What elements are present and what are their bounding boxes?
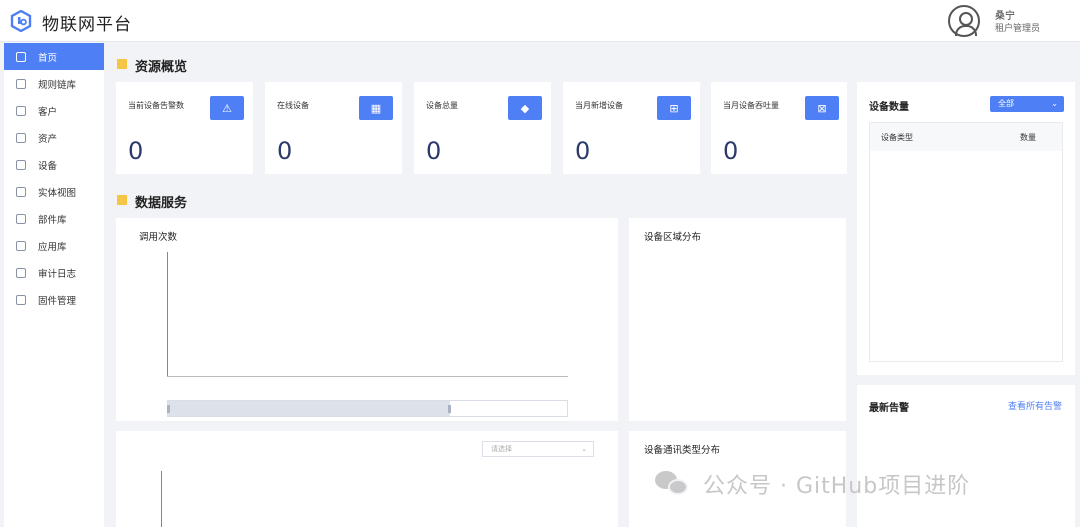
- sidebar-item-label: 实体视图: [38, 187, 77, 199]
- sidebar-item-widget-library[interactable]: 部件库: [4, 205, 104, 232]
- sidebar-item-label: 资产: [38, 133, 58, 145]
- sidebar-item-devices[interactable]: 设备: [4, 151, 104, 178]
- audit-log-icon: [16, 267, 26, 278]
- sidebar-item-customers[interactable]: 客户: [4, 97, 104, 124]
- entity-view-icon: [16, 186, 26, 197]
- column-header: 设备类型: [881, 133, 913, 142]
- sidebar-item-label: 客户: [38, 106, 58, 118]
- sidebar-item-app-library[interactable]: 应用库: [4, 232, 104, 259]
- device-type-filter-select[interactable]: 全部 ⌄: [990, 96, 1064, 112]
- chart-y-axis: [161, 471, 162, 527]
- sidebar-item-audit-log[interactable]: 审计日志: [4, 259, 104, 286]
- device-count-title: 设备数量: [869, 102, 909, 113]
- device-icon: [16, 159, 26, 170]
- stat-card-online-devices: 在线设备 ▦ 0: [265, 82, 402, 174]
- sidebar-nav: 首页 规则链库 客户 资产 设备 实体视图 部件库 应用库 审计日志 固件管理: [4, 43, 104, 527]
- watermark-text: 公众号 · GitHub项目进阶: [703, 474, 971, 499]
- online-device-icon[interactable]: ▦: [359, 96, 393, 120]
- chevron-down-icon: ⌄: [1051, 99, 1058, 108]
- stat-card-throughput: 当月设备吞吐量 ⊠ 0: [711, 82, 847, 174]
- add-device-icon[interactable]: ⊞: [657, 96, 691, 120]
- sidebar-item-entity-views[interactable]: 实体视图: [4, 178, 104, 205]
- select-value: 全部: [998, 99, 1014, 108]
- chevron-down-icon: ⌄: [581, 445, 587, 453]
- chart-x-axis: [167, 376, 568, 377]
- section-marker: [117, 195, 127, 205]
- firmware-icon: [16, 294, 26, 305]
- throughput-icon[interactable]: ⊠: [805, 96, 839, 120]
- home-icon: [16, 51, 26, 62]
- top-header: 物联网平台 桑宁 租户管理员: [0, 0, 1080, 42]
- stat-value: 0: [575, 137, 591, 165]
- latest-alarms-title: 最新告警: [869, 403, 909, 414]
- stat-value: 0: [426, 137, 442, 165]
- call-count-panel: 调用次数: [116, 218, 618, 421]
- sidebar-item-label: 固件管理: [38, 295, 77, 307]
- stat-value: 0: [723, 137, 739, 165]
- sidebar-item-label: 设备: [38, 160, 58, 172]
- data-service-section-title: 数据服务: [135, 196, 188, 211]
- app-title: 物联网平台: [42, 15, 132, 35]
- overview-section-title: 资源概览: [135, 60, 188, 75]
- view-all-alarms-link[interactable]: 查看所有告警: [1008, 399, 1062, 412]
- stat-label: 当前设备告警数: [128, 101, 184, 110]
- sidebar-item-firmware[interactable]: 固件管理: [4, 286, 104, 313]
- comm-type-title: 设备通讯类型分布: [644, 445, 721, 456]
- sidebar-item-rule-chains[interactable]: 规则链库: [4, 70, 104, 97]
- region-distribution-title: 设备区域分布: [644, 232, 702, 243]
- chart-zoom-slider[interactable]: [167, 400, 568, 417]
- sidebar-item-label: 应用库: [38, 241, 67, 253]
- alarm-icon[interactable]: ⚠: [210, 96, 244, 120]
- widget-library-icon: [16, 213, 26, 224]
- device-count-table: 设备类型 数量: [869, 122, 1063, 362]
- stat-card-alarms: 当前设备告警数 ⚠ 0: [116, 82, 253, 174]
- stat-card-new-devices: 当月新增设备 ⊞ 0: [563, 82, 700, 174]
- stat-value: 0: [128, 137, 144, 165]
- select-placeholder: 请选择: [491, 445, 512, 453]
- sidebar-item-label: 审计日志: [38, 268, 77, 280]
- asset-icon: [16, 132, 26, 143]
- slider-handle-right[interactable]: [448, 405, 451, 413]
- wechat-icon: [655, 469, 689, 499]
- table-header: 设备类型 数量: [870, 123, 1062, 151]
- slider-range[interactable]: [168, 401, 450, 416]
- stat-value: 0: [277, 137, 293, 165]
- platform-logo-icon: [10, 10, 32, 32]
- sidebar-item-assets[interactable]: 资产: [4, 124, 104, 151]
- call-count-title: 调用次数: [139, 232, 178, 243]
- chart-y-axis: [167, 252, 168, 377]
- sidebar-item-label: 首页: [38, 52, 58, 64]
- user-avatar-icon[interactable]: [948, 5, 980, 37]
- sidebar-item-label: 规则链库: [38, 79, 77, 91]
- user-role: 租户管理员: [995, 24, 1041, 34]
- sidebar-item-label: 部件库: [38, 214, 67, 226]
- app-library-icon: [16, 240, 26, 251]
- user-name[interactable]: 桑宁: [995, 7, 1015, 22]
- stat-label: 当月设备吞吐量: [723, 101, 779, 110]
- chart-filter-select[interactable]: 请选择 ⌄: [482, 441, 594, 457]
- slider-handle-left[interactable]: [167, 405, 170, 413]
- stat-card-total-devices: 设备总量 ◆ 0: [414, 82, 551, 174]
- stat-label: 设备总量: [426, 101, 458, 110]
- cube-icon[interactable]: ◆: [508, 96, 542, 120]
- region-distribution-panel: 设备区域分布: [629, 218, 846, 421]
- rule-chain-icon: [16, 78, 26, 89]
- stat-label: 在线设备: [277, 101, 309, 110]
- stat-label: 当月新增设备: [575, 101, 623, 110]
- column-header: 数量: [1020, 133, 1036, 142]
- sidebar-item-home[interactable]: 首页: [4, 43, 104, 70]
- customer-icon: [16, 105, 26, 116]
- wechat-watermark: 公众号 · GitHub项目进阶: [655, 468, 970, 500]
- section-marker: [117, 59, 127, 69]
